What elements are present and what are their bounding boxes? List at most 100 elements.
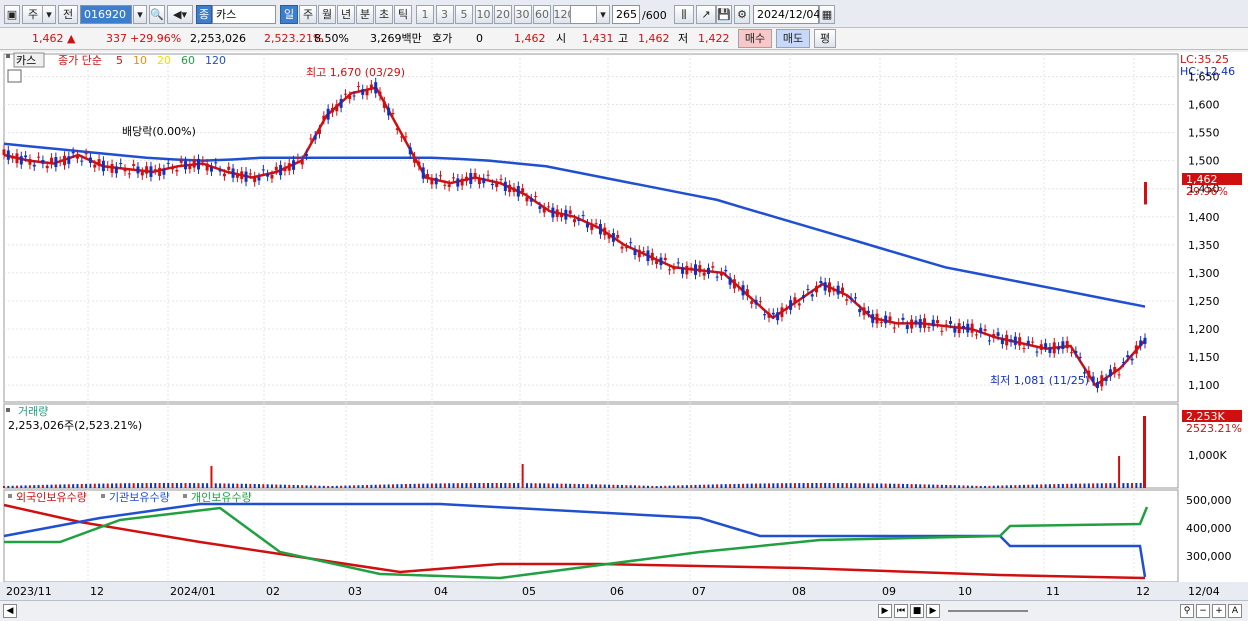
period-tab-4[interactable]: 분: [356, 5, 374, 24]
save-icon[interactable]: 💾: [716, 5, 732, 24]
candle-body: [1117, 374, 1121, 376]
volume-bar: [188, 483, 191, 488]
buy-button[interactable]: 매수: [738, 29, 772, 48]
period-tab-3[interactable]: 년: [337, 5, 355, 24]
sell-button[interactable]: 매도: [776, 29, 810, 48]
stock-chart[interactable]: 카스 종가 단순 5 10 20 60 120 최고 1,670 (03/29) 최저 …: [0, 52, 1248, 600]
volume-bar: [573, 483, 576, 488]
volume-bar: [76, 484, 79, 488]
stock-code-input[interactable]: 016920: [80, 5, 132, 24]
stock-name-field[interactable]: 카스: [212, 5, 276, 24]
candle-body: [624, 247, 628, 249]
candle-body: [1039, 344, 1043, 350]
chart-area[interactable]: 카스 종가 단순 5 10 20 60 120 최고 1,670 (03/29) 최저 …: [0, 52, 1248, 600]
volume-bar: [798, 483, 801, 488]
volume-bar: [940, 484, 943, 488]
type-dropdown-icon[interactable]: ▾: [42, 5, 56, 24]
window-menu-icon[interactable]: ▣: [4, 5, 20, 24]
turnover-pct: 8.50%: [314, 32, 349, 45]
candle-body: [110, 163, 114, 173]
volume-bar: [621, 485, 624, 488]
interval-tab-7[interactable]: 120: [552, 5, 575, 24]
volume-bar: [733, 483, 736, 488]
interval-tab-0[interactable]: 1: [416, 5, 434, 24]
chart-scroll-bar[interactable]: ◀ ▶ ⏮ ■ ▶ ⚲ − + A: [0, 600, 1248, 621]
volume-bar: [28, 485, 31, 488]
candle-body: [940, 330, 944, 332]
calendar-icon[interactable]: ▦: [819, 5, 835, 24]
candle-body: [771, 312, 775, 315]
candle-body: [240, 171, 244, 179]
volume-value: 2,253,026: [190, 32, 246, 45]
candle-body: [758, 301, 762, 303]
volume-bar: [400, 484, 403, 488]
volume-bar: [175, 483, 178, 488]
rewind-icon[interactable]: ⏮: [894, 604, 908, 618]
holding-legend-1: 기관보유수량: [109, 491, 170, 504]
volume-bar: [1126, 483, 1129, 488]
holding-legend-0: 외국인보유수량: [16, 491, 87, 504]
code-dropdown-icon[interactable]: ▾: [133, 5, 147, 24]
candle-body: [335, 104, 339, 112]
volume-bar: [357, 485, 360, 488]
candle-body: [949, 321, 953, 324]
candle-body: [279, 165, 283, 176]
play-icon[interactable]: ▶: [926, 604, 940, 618]
zoom-out-search-icon[interactable]: ⚲: [1180, 604, 1194, 618]
scroll-right-icon[interactable]: ▶: [878, 604, 892, 618]
candle-body: [166, 162, 170, 164]
volume-bar: [711, 484, 714, 488]
zoom-slider[interactable]: [948, 610, 1028, 612]
gear-icon[interactable]: ⚙: [734, 5, 750, 24]
candle-body: [672, 267, 676, 270]
volume-bar: [599, 484, 602, 488]
grid-table-icon[interactable]: [7, 69, 22, 83]
candle-body: [400, 136, 404, 138]
type-selector[interactable]: 주: [22, 5, 44, 24]
candle-body: [330, 107, 334, 113]
y-tick-0: 1,650: [1188, 70, 1220, 83]
interval-tab-3[interactable]: 10: [474, 5, 493, 24]
candle-body: [970, 323, 974, 333]
period-tab-5[interactable]: 초: [375, 5, 393, 24]
prev-button[interactable]: 전: [58, 5, 78, 24]
scroll-left-icon[interactable]: ◀: [3, 604, 17, 618]
volume-bar: [543, 483, 546, 488]
panel-menu-icon[interactable]: [6, 54, 10, 58]
draw-icon[interactable]: ↗: [696, 5, 716, 24]
period-tab-6[interactable]: 틱: [394, 5, 412, 24]
plus-icon[interactable]: +: [1212, 604, 1226, 618]
candle-body: [378, 91, 382, 97]
period-tab-2[interactable]: 월: [318, 5, 336, 24]
volume-bar: [945, 484, 948, 488]
toolbar: ▣ 주 ▾ 전 016920 ▾ 🔍 ◀▾ 종 카스 일주월년분초틱 1 3 5 10…: [0, 0, 1248, 28]
minus-icon[interactable]: −: [1196, 604, 1210, 618]
volume-bar: [608, 484, 611, 488]
candle-body: [983, 329, 987, 331]
interval-dropdown-icon[interactable]: ▾: [596, 5, 610, 24]
search-icon[interactable]: 🔍: [149, 5, 165, 24]
eval-button[interactable]: 평: [814, 29, 836, 48]
candle-body: [205, 163, 209, 171]
speaker-icon[interactable]: ◀▾: [167, 5, 193, 24]
ma-legend-20: 20: [157, 54, 171, 67]
date-input[interactable]: 2024/12/04: [753, 5, 820, 24]
candle-body: [339, 99, 343, 108]
candle-body: [318, 129, 322, 134]
volume-bar: [992, 485, 995, 488]
interval-tab-2[interactable]: 5: [455, 5, 473, 24]
stop-icon[interactable]: ■: [910, 604, 924, 618]
interval-tab-1[interactable]: 3: [435, 5, 454, 24]
period-tab-0[interactable]: 일: [280, 5, 298, 24]
font-size-icon[interactable]: A: [1228, 604, 1242, 618]
interval-tab-5[interactable]: 30: [513, 5, 532, 24]
interval-tab-4[interactable]: 20: [494, 5, 512, 24]
count-input[interactable]: 265: [612, 5, 640, 24]
candle-body: [456, 178, 460, 187]
volume-panel-menu-icon[interactable]: [6, 408, 10, 412]
period-tab-1[interactable]: 주: [299, 5, 317, 24]
volume-bar: [136, 483, 139, 488]
volume-panel-border: [3, 403, 1179, 489]
interval-tab-6[interactable]: 60: [533, 5, 551, 24]
candle-icon[interactable]: ⫼: [674, 5, 694, 24]
